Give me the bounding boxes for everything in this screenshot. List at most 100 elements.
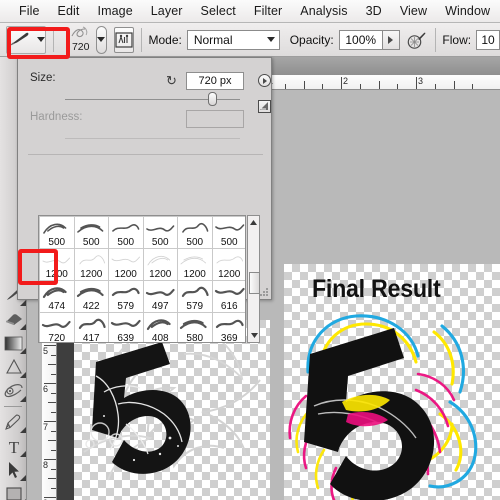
brush-preset-cell[interactable]: 1200 bbox=[211, 248, 245, 281]
brush-grid-scrollbar[interactable] bbox=[247, 215, 260, 343]
opacity-label: Opacity: bbox=[289, 32, 334, 47]
brush-preset-size: 500 bbox=[151, 237, 169, 248]
blend-mode-select[interactable]: Normal bbox=[186, 29, 280, 50]
brush-preset-cell[interactable]: 639 bbox=[108, 312, 144, 343]
brush-hardness-slider-track[interactable] bbox=[65, 138, 240, 139]
ruler-minor-tick bbox=[51, 411, 56, 413]
ruler-minor-tick bbox=[378, 81, 380, 89]
brush-stroke-thumb-icon bbox=[111, 287, 140, 297]
brush-preset-cell[interactable]: 417 bbox=[73, 312, 109, 342]
brush-preset-grid[interactable]: 500 500 500 500 500 500 1200 1200 1200 1200 1200 12… bbox=[38, 215, 246, 343]
brush-size-slider-knob[interactable] bbox=[208, 92, 217, 106]
brush-stroke-thumb-icon bbox=[78, 255, 105, 265]
tool-flyout-triangle-icon bbox=[20, 451, 26, 457]
opacity-flyout-button[interactable] bbox=[382, 29, 400, 50]
tool-flyout-triangle-icon bbox=[20, 348, 26, 354]
brush-preset-cell[interactable]: 369 bbox=[211, 312, 245, 342]
opacity-control[interactable]: 100% bbox=[338, 29, 400, 50]
brush-preset-size: 497 bbox=[151, 301, 169, 312]
tool-flyout-triangle-icon bbox=[20, 300, 26, 306]
brush-preset-cell[interactable]: 497 bbox=[142, 280, 178, 313]
menu-item-3d[interactable]: 3D bbox=[357, 2, 391, 20]
tool-eraser[interactable] bbox=[0, 307, 27, 331]
tool-flyout-triangle-icon bbox=[20, 427, 26, 433]
brush-preset-cell[interactable]: 579 bbox=[108, 280, 144, 313]
menu-item-view[interactable]: View bbox=[391, 2, 436, 20]
brush-preset-cell[interactable]: 500 bbox=[39, 216, 75, 249]
ruler-tick-label: 7 bbox=[43, 422, 49, 432]
brush-preset-cell[interactable]: 422 bbox=[73, 280, 109, 313]
panel-divider bbox=[28, 154, 263, 155]
scroll-up-icon[interactable] bbox=[248, 216, 259, 228]
brush-stroke-thumb-icon bbox=[76, 287, 104, 298]
brush-preset-cell[interactable]: 1200 bbox=[73, 248, 109, 281]
brush-stroke-thumb-icon bbox=[112, 224, 140, 232]
options-divider-2 bbox=[140, 27, 142, 52]
brush-stroke-thumb-icon bbox=[71, 26, 87, 37]
tool-pen[interactable] bbox=[0, 410, 27, 434]
tool-dodge[interactable] bbox=[0, 379, 27, 403]
panel-resize-grip[interactable] bbox=[260, 288, 268, 296]
flow-value[interactable]: 10 bbox=[476, 29, 500, 50]
canvas-left-artwork[interactable] bbox=[74, 320, 270, 500]
toggle-brush-panel-button[interactable] bbox=[113, 26, 134, 53]
brush-preset-cell[interactable]: 500 bbox=[142, 216, 178, 249]
brush-preset-cell[interactable]: 1200 bbox=[142, 248, 178, 281]
brush-preset-size: 616 bbox=[220, 301, 238, 312]
brush-preset-cell[interactable]: 579 bbox=[177, 280, 213, 313]
brush-hardness-input[interactable] bbox=[186, 110, 244, 128]
brush-stroke-thumb-icon bbox=[43, 223, 67, 234]
brush-hardness-label: Hardness: bbox=[30, 111, 83, 123]
brush-size-dropdown[interactable] bbox=[95, 25, 107, 54]
brush-preset-cell[interactable]: 500 bbox=[73, 216, 109, 249]
menu-item-edit[interactable]: Edit bbox=[49, 2, 89, 20]
brush-preset-row: 500 500 500 500 500 500 bbox=[39, 216, 245, 249]
scroll-down-icon[interactable] bbox=[249, 329, 260, 341]
brush-size-preview[interactable]: 720 bbox=[69, 25, 93, 55]
brush-size-input[interactable]: 720 px bbox=[186, 72, 244, 90]
brush-stroke-thumb-icon bbox=[146, 319, 171, 331]
brush-preset-cell[interactable]: 1200 bbox=[108, 248, 144, 281]
tool-gradient[interactable] bbox=[0, 331, 27, 355]
brush-preset-cell[interactable]: 500 bbox=[177, 216, 213, 249]
airbrush-icon bbox=[407, 32, 426, 49]
menu-item-select[interactable]: Select bbox=[192, 2, 245, 20]
menu-item-file[interactable]: File bbox=[10, 2, 49, 20]
brush-preset-size: 500 bbox=[82, 237, 100, 248]
brush-preset-size: 579 bbox=[117, 301, 135, 312]
tool-path-selection[interactable] bbox=[0, 458, 27, 482]
brush-preset-cell[interactable]: 408 bbox=[142, 312, 178, 342]
tool-type[interactable]: T bbox=[0, 434, 27, 458]
path-selection-tool-icon bbox=[8, 462, 19, 478]
panel-menu-icon[interactable] bbox=[258, 74, 271, 87]
scrollbar-thumb[interactable] bbox=[249, 272, 260, 294]
ruler-major-tick bbox=[416, 77, 417, 89]
ruler-minor-tick bbox=[51, 487, 56, 489]
brush-preset-cell[interactable]: 720 bbox=[39, 312, 75, 342]
brush-preset-cell[interactable]: 500 bbox=[211, 216, 245, 249]
shape-tool-icon bbox=[5, 487, 22, 500]
tool-shape[interactable] bbox=[0, 482, 27, 500]
menu-item-window[interactable]: Window bbox=[436, 2, 499, 20]
menu-item-layer[interactable]: Layer bbox=[142, 2, 192, 20]
ruler-minor-tick bbox=[48, 478, 56, 479]
tool-blur[interactable] bbox=[0, 355, 27, 379]
brush-preset-size: 639 bbox=[117, 333, 135, 343]
menu-item-image[interactable]: Image bbox=[89, 2, 142, 20]
final-result-label: Final Result bbox=[312, 275, 441, 303]
tools-divider bbox=[4, 406, 22, 407]
ruler-tick-label: 5 bbox=[43, 346, 49, 356]
brush-preset-size: 474 bbox=[48, 301, 66, 312]
brush-preset-row: 474 422 579 497 579 616 bbox=[39, 280, 245, 313]
brush-preset-cell[interactable]: 616 bbox=[211, 280, 245, 313]
brush-preset-cell[interactable]: 1200 bbox=[177, 248, 213, 281]
ruler-major-tick bbox=[341, 77, 342, 89]
brush-preset-cell[interactable]: 500 bbox=[108, 216, 144, 249]
airbrush-toggle-button[interactable] bbox=[406, 27, 428, 53]
menu-item-filter[interactable]: Filter bbox=[245, 2, 291, 20]
brush-preset-cell[interactable]: 580 bbox=[177, 312, 213, 342]
opacity-value[interactable]: 100% bbox=[338, 29, 383, 50]
menu-item-analysis[interactable]: Analysis bbox=[291, 2, 356, 20]
reset-icon[interactable]: ↻ bbox=[166, 73, 177, 89]
brush-preset-cell[interactable]: 474 bbox=[39, 280, 75, 313]
